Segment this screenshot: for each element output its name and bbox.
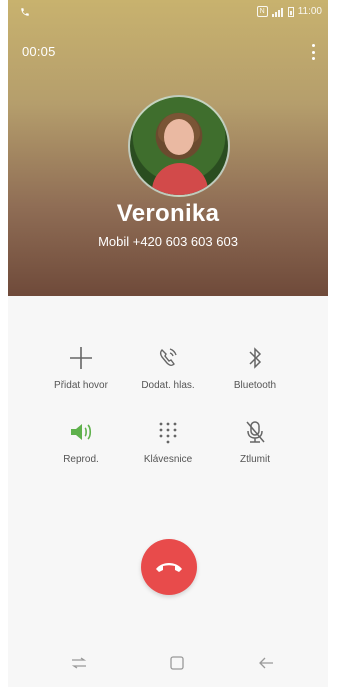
add-call-label: Přidat hovor bbox=[54, 380, 108, 391]
extra-volume-button[interactable]: Dodat. hlas. bbox=[123, 340, 213, 391]
keypad-button[interactable]: Klávesnice bbox=[123, 414, 213, 465]
recent-apps-icon[interactable] bbox=[67, 653, 91, 673]
extra-volume-label: Dodat. hlas. bbox=[141, 380, 195, 391]
status-icons: N 11:00 bbox=[256, 6, 322, 17]
call-header: N 11:00 00:05 Veronika Mobil +420 603 60… bbox=[8, 0, 328, 296]
speaker-label: Reprod. bbox=[63, 454, 99, 465]
speaker-icon bbox=[36, 414, 126, 450]
mute-icon bbox=[210, 414, 300, 450]
nfc-icon: N bbox=[256, 6, 268, 17]
signal-icon bbox=[271, 7, 284, 17]
keypad-icon bbox=[123, 414, 213, 450]
back-icon[interactable] bbox=[254, 653, 278, 673]
bluetooth-button[interactable]: Bluetooth bbox=[210, 340, 300, 391]
more-options-icon[interactable] bbox=[309, 44, 317, 60]
voicemail-icon bbox=[123, 340, 213, 376]
battery-icon bbox=[287, 6, 294, 17]
home-icon[interactable] bbox=[165, 653, 189, 673]
call-timer: 00:05 bbox=[22, 44, 56, 59]
keypad-label: Klávesnice bbox=[143, 454, 193, 465]
status-time: 11:00 bbox=[297, 6, 322, 17]
bluetooth-label: Bluetooth bbox=[233, 380, 277, 391]
status-bar: N 11:00 bbox=[8, 0, 328, 26]
plus-icon bbox=[36, 340, 126, 376]
phone-status-icon bbox=[20, 7, 30, 20]
add-call-button[interactable]: Přidat hovor bbox=[36, 340, 126, 391]
caller-name: Veronika bbox=[116, 200, 220, 227]
end-call-button[interactable] bbox=[141, 539, 197, 595]
caller-number: Mobil +420 603 603 603 bbox=[98, 234, 238, 249]
end-call-icon bbox=[156, 563, 182, 572]
mute-label: Ztlumit bbox=[240, 454, 270, 465]
mute-button[interactable]: Ztlumit bbox=[210, 414, 300, 465]
navigation-bar bbox=[8, 639, 328, 687]
caller-avatar bbox=[128, 95, 230, 197]
bluetooth-icon bbox=[210, 340, 300, 376]
call-screen: N 11:00 00:05 Veronika Mobil +420 603 60… bbox=[8, 0, 328, 687]
speaker-button[interactable]: Reprod. bbox=[36, 414, 126, 465]
